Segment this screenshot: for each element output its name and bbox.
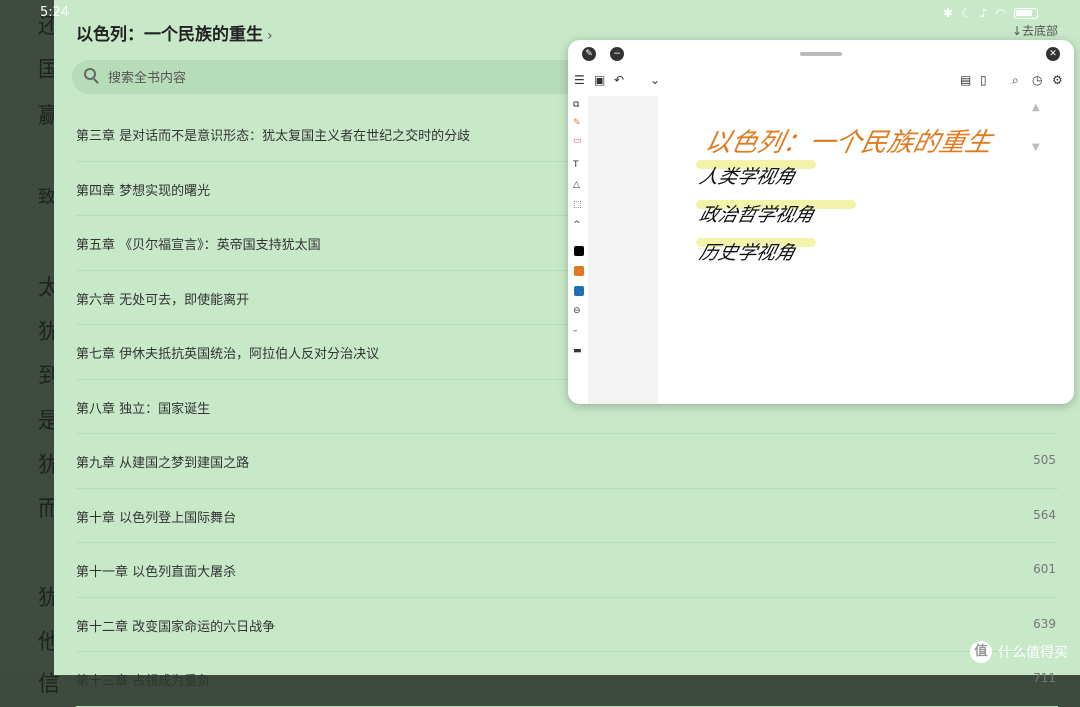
eraser-icon[interactable]: ▭ bbox=[573, 136, 582, 146]
stroke-thick-icon[interactable]: ▬ bbox=[573, 346, 582, 356]
chapter-label: 第九章 从建国之梦到建国之路 bbox=[76, 456, 250, 471]
floating-note-window[interactable]: ✎ − ✕ ☰ ▣ ↶ ⌄ ▤ ▯ ⌕ ◷ ⚙ ⧉ ✎ ▭ T △ ⬚ ^ ⊖ … bbox=[568, 40, 1074, 404]
shapes-icon[interactable]: △ bbox=[573, 180, 580, 190]
chapter-label: 第五章 《贝尔福宣言》：英帝国支持犹太国 bbox=[76, 238, 321, 253]
handwritten-line: 政治哲学视角 bbox=[696, 204, 817, 226]
chapter-label: 第八章 独立：国家诞生 bbox=[76, 401, 211, 417]
close-icon[interactable]: ✕ bbox=[1046, 47, 1060, 61]
goto-bottom-button[interactable]: ↓去底部 bbox=[1012, 22, 1058, 39]
page-icon[interactable]: ▣ bbox=[594, 72, 605, 88]
watermark-text: 什么值得买 bbox=[998, 645, 1068, 661]
minimize-icon[interactable]: − bbox=[610, 47, 624, 61]
document-icon[interactable]: ▯ bbox=[980, 72, 987, 88]
color-swatch-black[interactable] bbox=[574, 246, 584, 256]
pen-icon[interactable]: ✎ bbox=[573, 118, 581, 128]
menu-icon[interactable]: ☰ bbox=[574, 72, 585, 88]
chapter-row[interactable]: 第十三章 占领成为重负 711 bbox=[76, 652, 1058, 707]
handwritten-title: 以色列：一个民族的重生 bbox=[702, 128, 995, 158]
drag-handle[interactable] bbox=[800, 52, 842, 56]
select-icon[interactable]: ⬚ bbox=[573, 200, 582, 210]
chapter-page: 505 bbox=[1033, 453, 1056, 467]
status-time: 5:24 bbox=[40, 5, 70, 20]
moon-icon: ☾ bbox=[961, 6, 972, 20]
handwritten-line: 历史学视角 bbox=[696, 242, 798, 264]
gear-icon[interactable]: ⚙ bbox=[1052, 72, 1063, 88]
chapter-row[interactable]: 第十章 以色列登上国际舞台 564 bbox=[76, 489, 1058, 543]
search-doc-icon[interactable]: ⌕ bbox=[1012, 72, 1019, 88]
page-thumbnail-strip[interactable] bbox=[588, 96, 658, 404]
chapter-page: 639 bbox=[1033, 616, 1056, 631]
handwriting-canvas[interactable]: 以色列：一个民族的重生 人类学视角 政治哲学视角 历史学视角 bbox=[658, 96, 1074, 404]
chapter-label: 第七章 伊休夫抵抗英国统治，阿拉伯人反对分治决议 bbox=[76, 347, 380, 362]
handwritten-line: 人类学视角 bbox=[696, 166, 798, 188]
chapter-label: 第三章 是对话而不是意识形态：犹太复国主义者在世纪之交时的分歧 bbox=[76, 129, 471, 144]
mute-icon: ♪ bbox=[979, 6, 988, 20]
chapter-row[interactable]: 第十二章 改变国家命运的六日战争 639 bbox=[76, 598, 1058, 652]
bluetooth-icon: ✱ bbox=[943, 6, 954, 20]
stroke-medium-icon[interactable]: – bbox=[573, 326, 578, 336]
book-title-text: 以色列：一个民族的重生 bbox=[76, 25, 263, 45]
watermark: 值 什么值得买 bbox=[970, 641, 1068, 663]
text-icon[interactable]: T bbox=[573, 160, 579, 170]
chevron-up-icon[interactable]: ^ bbox=[573, 220, 581, 230]
status-icons: ✱ ☾ ♪ ◠ bbox=[943, 6, 1038, 20]
drawing-tools: ⧉ ✎ ▭ T △ ⬚ ^ ⊖ – ▬ bbox=[568, 96, 588, 404]
chapter-label: 第四章 梦想实现的曙光 bbox=[76, 183, 211, 199]
wifi-icon: ◠ bbox=[995, 6, 1006, 20]
watermark-logo: 值 bbox=[970, 641, 992, 663]
chapter-page: 711 bbox=[1033, 671, 1056, 685]
book-title[interactable]: 以色列：一个民族的重生 › bbox=[76, 20, 273, 45]
chapter-row[interactable]: 第九章 从建国之梦到建国之路 505 bbox=[76, 434, 1058, 489]
chapter-row[interactable]: 第十一章 以色列直面大屠杀 601 bbox=[76, 543, 1058, 598]
chapter-label: 第十三章 占领成为重负 bbox=[76, 674, 211, 689]
chevron-right-icon: › bbox=[267, 28, 273, 44]
layout-icon[interactable]: ▤ bbox=[960, 72, 971, 88]
chapter-label: 第六章 无处可去，即使能离开 bbox=[76, 292, 250, 308]
stroke-thin-icon[interactable]: ⊖ bbox=[573, 306, 581, 316]
search-input[interactable] bbox=[106, 60, 610, 96]
color-swatch-orange[interactable] bbox=[574, 266, 584, 276]
chapter-label: 第十章 以色列登上国际舞台 bbox=[76, 510, 237, 526]
battery-icon bbox=[1014, 7, 1038, 19]
search-bar[interactable] bbox=[72, 60, 632, 96]
chevron-down-icon[interactable]: ⌄ bbox=[650, 72, 660, 88]
note-titlebar[interactable]: ✎ − ✕ bbox=[568, 40, 1074, 68]
chapter-label: 第十一章 以色列直面大屠杀 bbox=[76, 565, 237, 580]
search-icon bbox=[84, 68, 96, 80]
pin-icon[interactable]: ✎ bbox=[582, 47, 596, 61]
chapter-page: 601 bbox=[1033, 562, 1056, 576]
clock-icon[interactable]: ◷ bbox=[1032, 72, 1042, 88]
undo-icon[interactable]: ↶ bbox=[614, 72, 624, 88]
lasso-icon[interactable]: ⧉ bbox=[573, 100, 579, 110]
chapter-label: 第十二章 改变国家命运的六日战争 bbox=[76, 619, 276, 635]
color-swatch-blue[interactable] bbox=[574, 286, 584, 296]
chapter-page: 564 bbox=[1033, 507, 1056, 522]
note-toolbar: ☰ ▣ ↶ ⌄ ▤ ▯ ⌕ ◷ ⚙ bbox=[568, 70, 1074, 92]
